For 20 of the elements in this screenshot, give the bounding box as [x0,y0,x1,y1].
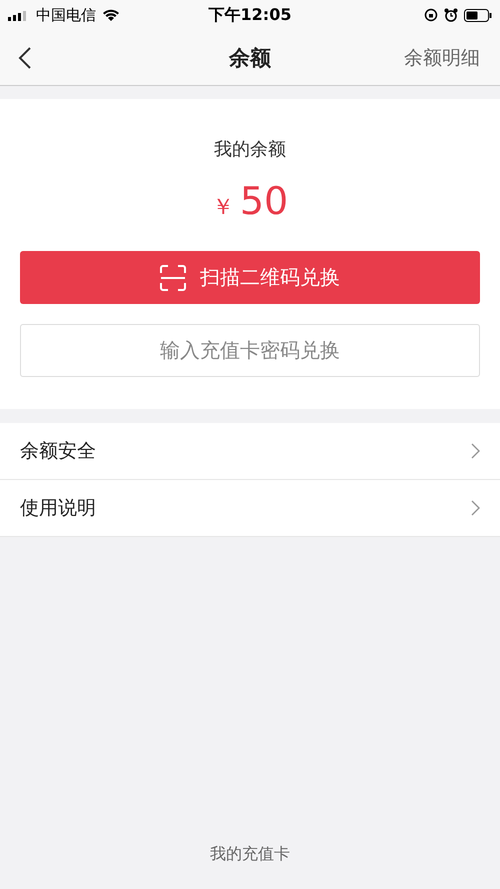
rotation-lock-icon [424,8,438,22]
currency-symbol: ￥ [212,194,234,222]
battery-icon [464,8,492,22]
balance-amount: 50 [240,179,288,223]
page-title: 余额 [228,44,272,72]
back-icon[interactable] [18,46,32,70]
enter-code-button[interactable]: 输入充值卡密码兑换 [20,324,480,377]
carrier-name: 中国电信 [36,6,96,24]
scan-icon [160,264,186,290]
menu-item[interactable]: 余额安全 [0,423,500,480]
balance-details-link[interactable]: 余额明细 [404,44,480,70]
scan-qr-button[interactable]: 扫描二维码兑换 [20,251,480,304]
chevron-right-icon [471,500,480,516]
recharge-cards-link[interactable]: 我的充值卡 [210,844,290,865]
chevron-right-icon [471,443,480,459]
menu-item[interactable]: 使用说明 [0,480,500,537]
alarm-icon [444,8,458,22]
status-time: 下午12:05 [208,4,292,26]
balance-label: 我的余额 [214,138,286,161]
wifi-icon [102,8,120,22]
